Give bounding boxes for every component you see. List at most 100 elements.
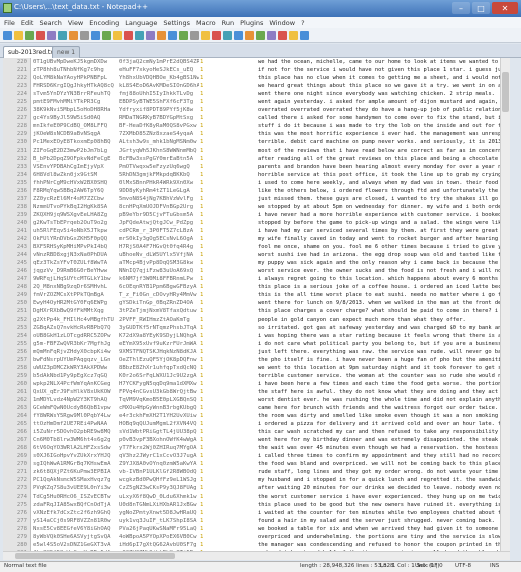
toolbar-button-icon[interactable]	[278, 30, 287, 40]
line-number: 257	[16, 356, 27, 363]
menu-item[interactable]: Search	[39, 19, 61, 27]
id-cell: wpkp2NLX4PcfWmYqAnKCGeg	[33, 380, 111, 387]
text-editor[interactable]: 220 221 222 223 224 225 226 227 228 229 230 231 232 2…	[3, 58, 510, 560]
line-number: 238	[16, 203, 27, 210]
toolbar-button-icon[interactable]	[102, 30, 111, 40]
toolbar-button-icon[interactable]	[267, 30, 276, 40]
menu-item[interactable]: View	[68, 19, 83, 27]
rating-value: 1	[200, 211, 204, 218]
id-cell: yT7Fkrx2Wj0ZHIRuq7MYgOA	[119, 445, 197, 452]
vertical-scrollbar[interactable]	[500, 58, 510, 552]
id-cell: ygNoZPmtyXnwt5D8JwHRaUQ	[119, 509, 197, 516]
line-number: 278	[16, 525, 27, 532]
rating-value: 1	[200, 203, 204, 210]
id-cell: 5RhDN3gmjkFMkpdqBKKbQ	[119, 171, 190, 178]
tab-new-1[interactable]: new 1	[52, 46, 81, 58]
review-text-line: the wait was over 45 minutes even though…	[258, 445, 510, 452]
id-cell: iHd6pI7gXtQG62AvbU0SF7g	[119, 541, 197, 548]
toolbar-button-icon[interactable]	[201, 30, 210, 40]
menu-item[interactable]: Language	[125, 19, 157, 27]
toolbar-button-icon[interactable]	[190, 30, 199, 40]
line-number: 239	[16, 211, 27, 218]
review-text-line: just missed them. these guys are closed,…	[258, 195, 510, 202]
review-text-line: overpriced and underwhelming. the portio…	[258, 533, 505, 540]
minimize-icon[interactable]: –	[452, 2, 470, 14]
id-cell: sVd1WbtPRiGgtTL4jUU38pQ	[119, 429, 197, 436]
review-text-line: after reading all of the great reviews o…	[258, 155, 510, 162]
id-cell: uyk1vq3JuIF_tLK7ShpI8SA	[119, 517, 197, 524]
close-icon[interactable]: ✕	[492, 2, 518, 14]
menu-item[interactable]: Plugins	[240, 19, 263, 27]
menu-item[interactable]: Macro	[196, 19, 216, 27]
horizontal-scroll-thumb[interactable]	[15, 553, 175, 559]
toolbar-button-icon[interactable]	[157, 30, 166, 40]
status-eol: Unix (LF)	[415, 563, 440, 569]
maximize-icon[interactable]: □	[472, 2, 490, 14]
toolbar-button-icon[interactable]	[47, 30, 56, 40]
line-number: 279	[16, 533, 27, 540]
toolbar-button-icon[interactable]	[80, 30, 89, 40]
id-cell: QoLYM8kNaYAoyHPkPNBFpL	[33, 75, 108, 82]
status-insert-mode: INS	[490, 563, 500, 569]
line-number: 244	[16, 252, 27, 259]
toolbar-button-icon[interactable]	[25, 30, 34, 40]
menu-item[interactable]: Encoding	[89, 19, 119, 27]
horizontal-scrollbar[interactable]	[3, 551, 510, 560]
rating-value: 1	[200, 163, 204, 170]
toolbar-button-icon[interactable]	[58, 30, 67, 40]
toolbar-button-icon[interactable]	[146, 30, 155, 40]
toolbar-button-icon[interactable]	[223, 30, 232, 40]
review-text-line: horrible service at this post office, it…	[258, 171, 510, 178]
vertical-scroll-thumb[interactable]	[502, 72, 509, 112]
line-number: 268	[16, 445, 27, 452]
line-number: 230	[16, 139, 27, 146]
toolbar-button-icon[interactable]	[3, 30, 12, 40]
rating-value: 1	[200, 252, 204, 259]
id-cell: OkFUlYRnDVbGxZKH5F0pQQ	[33, 236, 108, 243]
review-text-line: i was hoping there was a star rating bec…	[258, 332, 510, 339]
menu-item[interactable]: ?	[301, 19, 304, 27]
toolbar-button-icon[interactable]	[113, 30, 122, 40]
toolbar-button-icon[interactable]	[289, 30, 298, 40]
id-cell: ALtsh3w9s_mhk1bNgMSNm0w	[119, 139, 197, 146]
id-cell: NzmmUTvoPYkBqI2HgKk8SA	[33, 203, 108, 210]
toolbar-button-icon[interactable]	[91, 30, 100, 40]
toolbar-button-icon[interactable]	[300, 30, 309, 40]
line-number: 235	[16, 179, 27, 186]
toolbar-button-icon[interactable]	[124, 30, 133, 40]
menu-item[interactable]: Settings	[163, 19, 190, 27]
toolbar-button-icon[interactable]	[36, 30, 45, 40]
menu-item[interactable]: Run	[222, 19, 234, 27]
line-number: 228	[16, 123, 27, 130]
menu-item[interactable]: Window	[269, 19, 295, 27]
review-text-line: so irritated. got gas at safeway yesterd…	[258, 324, 510, 331]
id-cell: eHuFF7xkyoHeSJkECs_uEQ	[119, 67, 194, 74]
id-cell: FPVq4nCGvsU3kGb8WrQjtBw	[119, 388, 197, 395]
line-number: 231	[16, 147, 27, 154]
toolbar-button-icon[interactable]	[69, 30, 78, 40]
id-cell: U0d8nTGNmLXiHXbAR1JxBGw	[119, 501, 197, 508]
menu-item[interactable]: Edit	[21, 19, 34, 27]
review-text-line: i ordered a pizza for delivery and it ar…	[258, 421, 510, 428]
rating-value: 1	[200, 437, 204, 444]
menu-item[interactable]: File	[4, 19, 15, 27]
id-cell: Yh8hxUbVDQHBOe_Kb4gBS1Nw	[119, 75, 199, 82]
line-number: 246	[16, 268, 27, 275]
review-text-line: we stopped by at about 5pm on wednesday …	[258, 203, 510, 210]
status-encoding: UTF-8	[455, 563, 472, 569]
toolbar-button-icon[interactable]	[256, 30, 265, 40]
toolbar-button-icon[interactable]	[179, 30, 188, 40]
toolbar-button-icon[interactable]	[168, 30, 177, 40]
toolbar-button-icon[interactable]	[14, 30, 23, 40]
toolbar-button-icon[interactable]	[234, 30, 243, 40]
id-cell: pmtE9FMvhMMiYTkPR3Cg	[33, 99, 101, 106]
line-number: 225	[16, 99, 27, 106]
toolbar-button-icon[interactable]	[135, 30, 144, 40]
toolbar-button-icon[interactable]	[245, 30, 254, 40]
id-cell: g2KwTsTbEPrqeb2OuT9o2g	[33, 219, 108, 226]
id-cell: 3yGUDTKf5rNTqmzPhsbJTqA	[119, 324, 197, 331]
rating-value: 1	[200, 147, 204, 154]
rating-value: 1	[200, 284, 204, 291]
id-cell: BcFBw3xsPgGY0mrEaBtn5A	[119, 155, 194, 162]
toolbar-button-icon[interactable]	[212, 30, 221, 40]
